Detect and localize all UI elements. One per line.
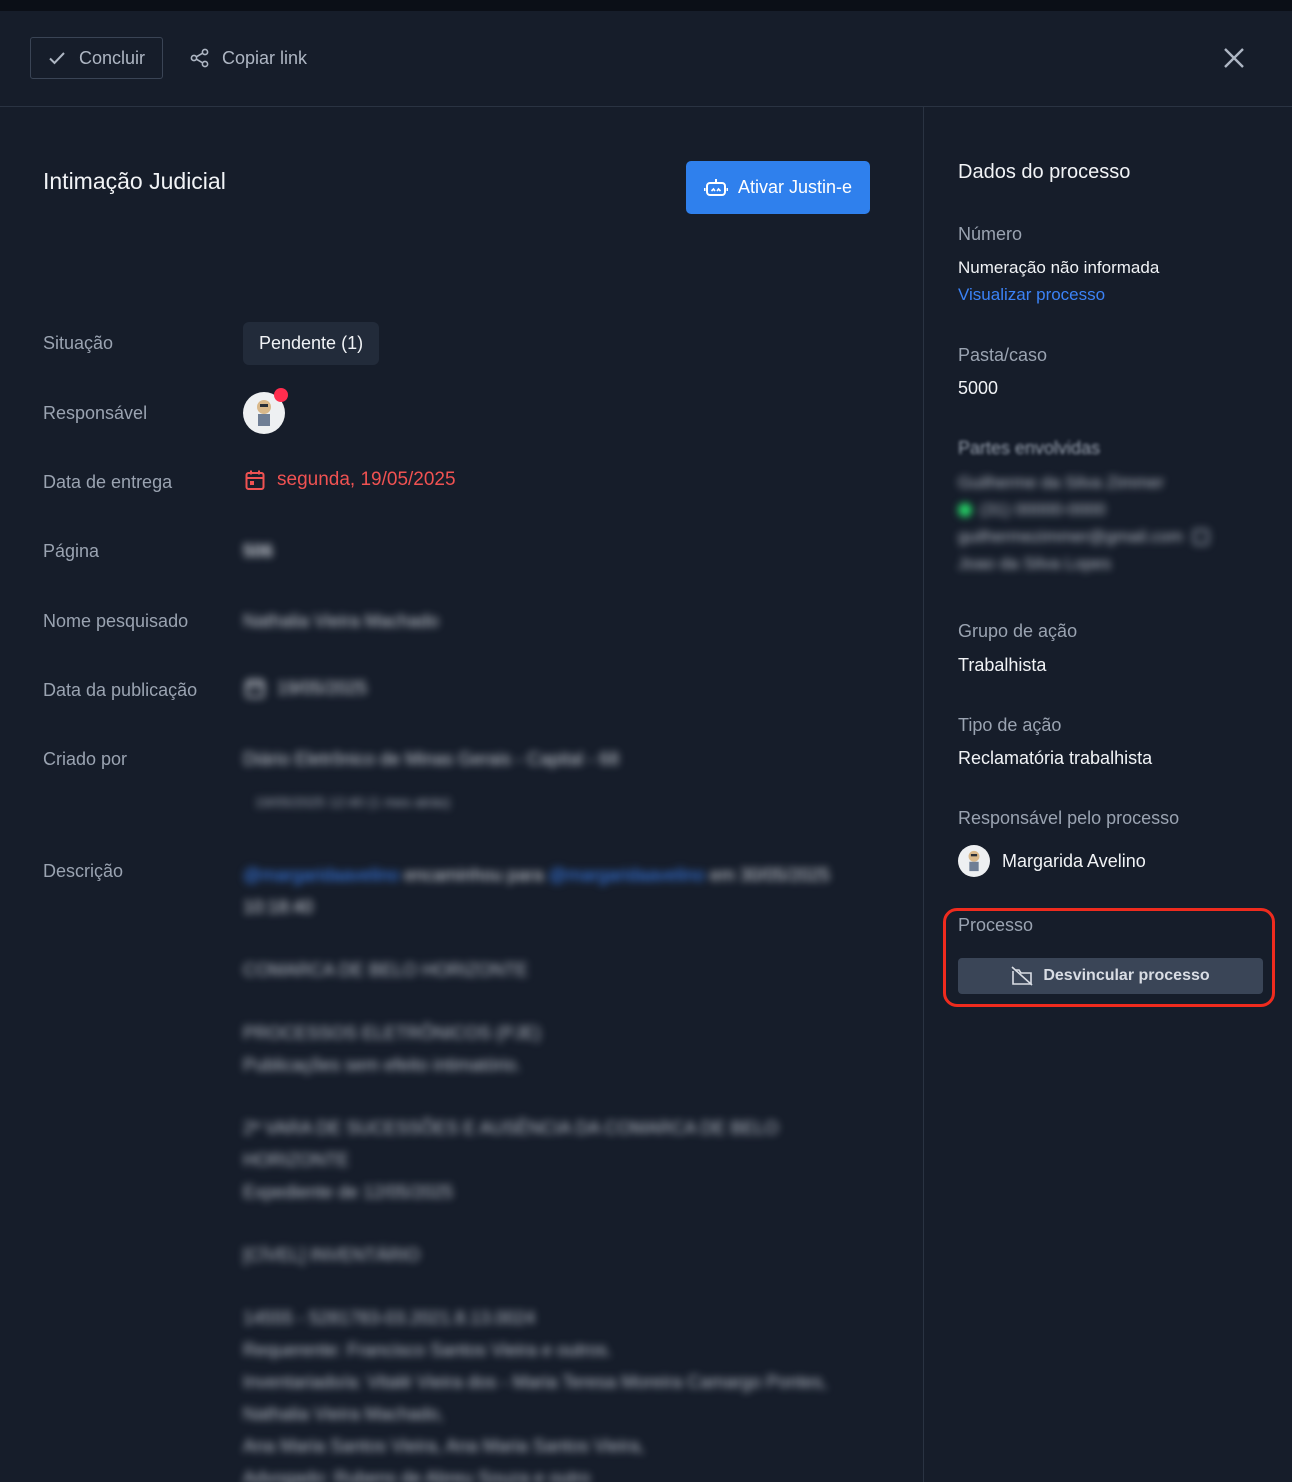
party-phone-text: (31) 00000-0000 <box>980 500 1106 519</box>
pasta-value: 5000 <box>958 378 999 398</box>
party-email: guilhermezimmer@gmail.com <box>958 523 1268 550</box>
situacao-label: Situação <box>43 333 114 353</box>
modal-header: Concluir Copiar link <box>0 11 1292 107</box>
robot-icon <box>703 178 728 196</box>
desvincular-processo-button[interactable]: Desvincular processo <box>958 958 1263 994</box>
page-title: Intimação Judicial <box>43 168 226 194</box>
status-badge[interactable]: Pendente (1) <box>243 322 380 365</box>
avatar-icon <box>257 400 271 426</box>
party-email-text: guilhermezimmer@gmail.com <box>958 527 1184 546</box>
grupo-label: Grupo de ação <box>958 621 1078 641</box>
tipo-label: Tipo de ação <box>958 715 1062 735</box>
descricao-line: [CÍVEL] INVENTÁRIO <box>243 1245 421 1265</box>
responsavel-avatar[interactable] <box>243 388 288 435</box>
check-icon <box>49 52 65 65</box>
data-publicacao-text: 19/05/2025 <box>277 677 368 698</box>
data-publicacao-value: 19/05/2025 <box>245 677 367 699</box>
calendar-icon <box>245 470 265 490</box>
descricao-line: Advogado: Rubens de Abreu Souza e outro <box>243 1468 591 1482</box>
data-publicacao-label: Data da publicação <box>43 680 198 700</box>
copy-link-button[interactable]: Copiar link <box>190 37 307 79</box>
descricao-line: Requerente: Francisco Santos Vieira e ou… <box>243 1340 612 1360</box>
sidebar-title: Dados do processo <box>958 161 1131 183</box>
concluir-button[interactable]: Concluir <box>30 37 163 79</box>
ativar-justin-button[interactable]: Ativar Justin-e <box>686 161 870 214</box>
party-name: Guilherme da Silva Zimmer <box>958 473 1164 492</box>
criado-por-value: Diário Eletrônico de Minas Gerais - Capi… <box>243 749 620 769</box>
pagina-label: Página <box>43 541 100 561</box>
data-entrega-label: Data de entrega <box>43 472 173 492</box>
main-panel: Intimação Judicial Ativar Justin-e Situa… <box>0 107 923 1482</box>
ativar-justin-label: Ativar Justin-e <box>737 177 853 197</box>
close-icon[interactable] <box>1222 46 1246 70</box>
avatar <box>958 845 990 877</box>
descricao-action: encaminhou para <box>399 865 549 885</box>
descricao-line: Ana Maria Santos Vieira, Ana Maria Santo… <box>243 1436 645 1456</box>
partes-label: Partes envolvidas <box>958 438 1101 458</box>
top-strip <box>0 0 1292 11</box>
copy-link-label: Copiar link <box>222 47 308 68</box>
tipo-value: Reclamatória trabalhista <box>958 748 1153 768</box>
process-sidebar: Dados do processo Número Numeração não i… <box>923 107 1292 1482</box>
mention-link[interactable]: @margaridaavelino <box>548 865 704 885</box>
pasta-label: Pasta/caso <box>958 345 1048 365</box>
party-phone: (31) 00000-0000 <box>958 496 1268 523</box>
whatsapp-icon <box>958 502 972 517</box>
grupo-value: Trabalhista <box>958 655 1047 675</box>
nome-pesquisado-label: Nome pesquisado <box>43 611 189 631</box>
calendar-icon <box>245 678 265 698</box>
descricao-line: Expediente de 12/05/2025 <box>243 1182 454 1202</box>
numero-value: Numeração não informada <box>958 258 1160 277</box>
descricao-line: 14555 - 5281783-03.2021.8.13.0024 <box>243 1308 536 1328</box>
partes-list: Guilherme da Silva Zimmer (31) 00000-000… <box>958 469 1268 577</box>
descricao-line: Inventariado/a: Vitalé Vieira dos - Mari… <box>243 1372 828 1424</box>
descricao-line: 2ª VARA DE SUCESSÕES E AUSÊNCIA DA COMAR… <box>243 1118 779 1170</box>
copy-icon[interactable] <box>1193 528 1210 545</box>
data-entrega-value[interactable]: segunda, 19/05/2025 <box>245 469 456 491</box>
avatar-icon <box>968 850 980 872</box>
share-icon <box>190 48 209 68</box>
concluir-label: Concluir <box>79 47 146 68</box>
visualizar-processo-link[interactable]: Visualizar processo <box>958 285 1105 305</box>
descricao-line: PROCESSOS ELETRÔNICOS (PJE) <box>243 1023 542 1043</box>
processo-label: Processo <box>958 915 1034 935</box>
numero-label: Número <box>958 224 1023 244</box>
descricao-label: Descrição <box>43 861 124 881</box>
party-name: Joao da Silva Lopes <box>958 554 1112 573</box>
nome-pesquisado-value: Nathalia Vieira Machado <box>243 611 439 631</box>
mention-link[interactable]: @margaridaavelino <box>243 865 399 885</box>
criado-por-meta: 19/05/2025 12:40 (1 mes atrás) <box>255 794 451 810</box>
unlink-folder-icon <box>1011 966 1033 986</box>
responsavel-processo-label: Responsável pelo processo <box>958 808 1180 828</box>
descricao-text: @margaridaavelino encaminhou para @marga… <box>243 859 873 1482</box>
responsavel-processo[interactable]: Margarida Avelino <box>958 845 1146 877</box>
responsavel-processo-name: Margarida Avelino <box>1002 850 1146 871</box>
responsavel-label: Responsável <box>43 403 148 423</box>
descricao-line: Publicações sem efeito intimatório. <box>243 1055 522 1075</box>
criado-por-label: Criado por <box>43 749 128 769</box>
notification-dot <box>274 388 288 402</box>
descricao-line: COMARCA DE BELO HORIZONTE <box>243 960 529 980</box>
data-entrega-text: segunda, 19/05/2025 <box>277 469 456 490</box>
desvincular-label: Desvincular processo <box>1043 967 1210 984</box>
pagina-value: 506 <box>243 541 274 561</box>
